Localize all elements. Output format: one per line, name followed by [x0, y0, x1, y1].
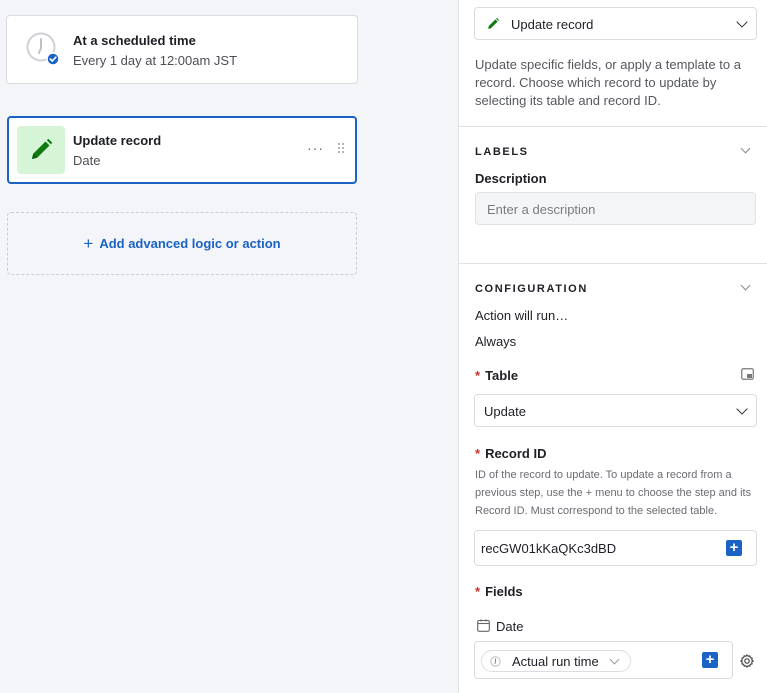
required-marker: *	[475, 368, 481, 383]
chevron-down-icon[interactable]	[740, 143, 751, 154]
fields-label: * Fields	[475, 584, 523, 599]
table-label: * Table	[475, 368, 519, 383]
clock-icon	[26, 32, 60, 66]
record-id-value: recGW01kKaQKc3dBD	[481, 541, 617, 556]
chevron-down-icon	[609, 654, 620, 665]
action-will-run-label: Action will run…	[475, 308, 569, 323]
add-logic-button[interactable]: + Add advanced logic or action	[7, 212, 357, 275]
automation-canvas: At a scheduled time Every 1 day at 12:00…	[0, 0, 458, 693]
table-select[interactable]: Update	[474, 394, 757, 427]
action-icon-box	[17, 126, 65, 174]
action-will-run-value[interactable]: Always	[475, 334, 516, 349]
action-config-panel: Update record Update specific fields, or…	[458, 0, 767, 693]
labels-section-header[interactable]: LABELS	[475, 146, 529, 158]
more-options-icon[interactable]: ···	[307, 140, 324, 156]
record-id-help: ID of the record to update. To update a …	[475, 469, 752, 517]
record-id-input[interactable]: recGW01kKaQKc3dBD +	[474, 530, 757, 566]
description-label: Description	[475, 171, 547, 186]
action-type-select[interactable]: Update record	[474, 7, 757, 40]
actual-run-time-token[interactable]: Actual run time	[481, 650, 631, 672]
insert-variable-button[interactable]: +	[702, 652, 718, 668]
gear-icon[interactable]	[740, 654, 754, 668]
chevron-down-icon[interactable]	[740, 280, 751, 291]
action-subtitle: Date	[73, 153, 101, 168]
action-description: Update specific fields, or apply a templ…	[475, 57, 741, 108]
configuration-section-header[interactable]: CONFIGURATION	[475, 283, 588, 295]
trigger-title: At a scheduled time	[73, 33, 196, 48]
actual-run-time-label: Actual run time	[512, 654, 599, 669]
action-title: Update record	[73, 133, 162, 148]
action-type-value: Update record	[511, 17, 594, 32]
date-field-input[interactable]: Actual run time +	[474, 641, 733, 679]
description-input[interactable]: Enter a description	[475, 192, 756, 225]
chevron-down-icon	[736, 402, 748, 415]
add-logic-label: Add advanced logic or action	[99, 236, 281, 251]
drag-handle-icon[interactable]	[337, 142, 345, 156]
divider	[459, 263, 767, 264]
calendar-icon	[477, 619, 490, 632]
trigger-subtitle: Every 1 day at 12:00am JST	[73, 53, 238, 68]
field-name-date: Date	[496, 619, 524, 634]
record-id-label: * Record ID	[475, 446, 547, 461]
plus-icon: +	[83, 233, 94, 253]
trigger-card[interactable]: At a scheduled time Every 1 day at 12:00…	[6, 15, 358, 84]
action-card-update-record[interactable]: Update record Date ···	[7, 116, 357, 184]
required-marker: *	[475, 446, 481, 461]
clock-icon	[490, 656, 501, 667]
table-value: Update	[484, 404, 526, 419]
pencil-icon	[488, 17, 500, 29]
chevron-down-icon	[736, 15, 748, 28]
expand-panel-icon[interactable]	[741, 368, 754, 380]
required-marker: *	[475, 584, 481, 599]
divider	[459, 126, 767, 127]
insert-variable-button[interactable]: +	[726, 540, 742, 556]
pencil-icon	[32, 138, 53, 159]
